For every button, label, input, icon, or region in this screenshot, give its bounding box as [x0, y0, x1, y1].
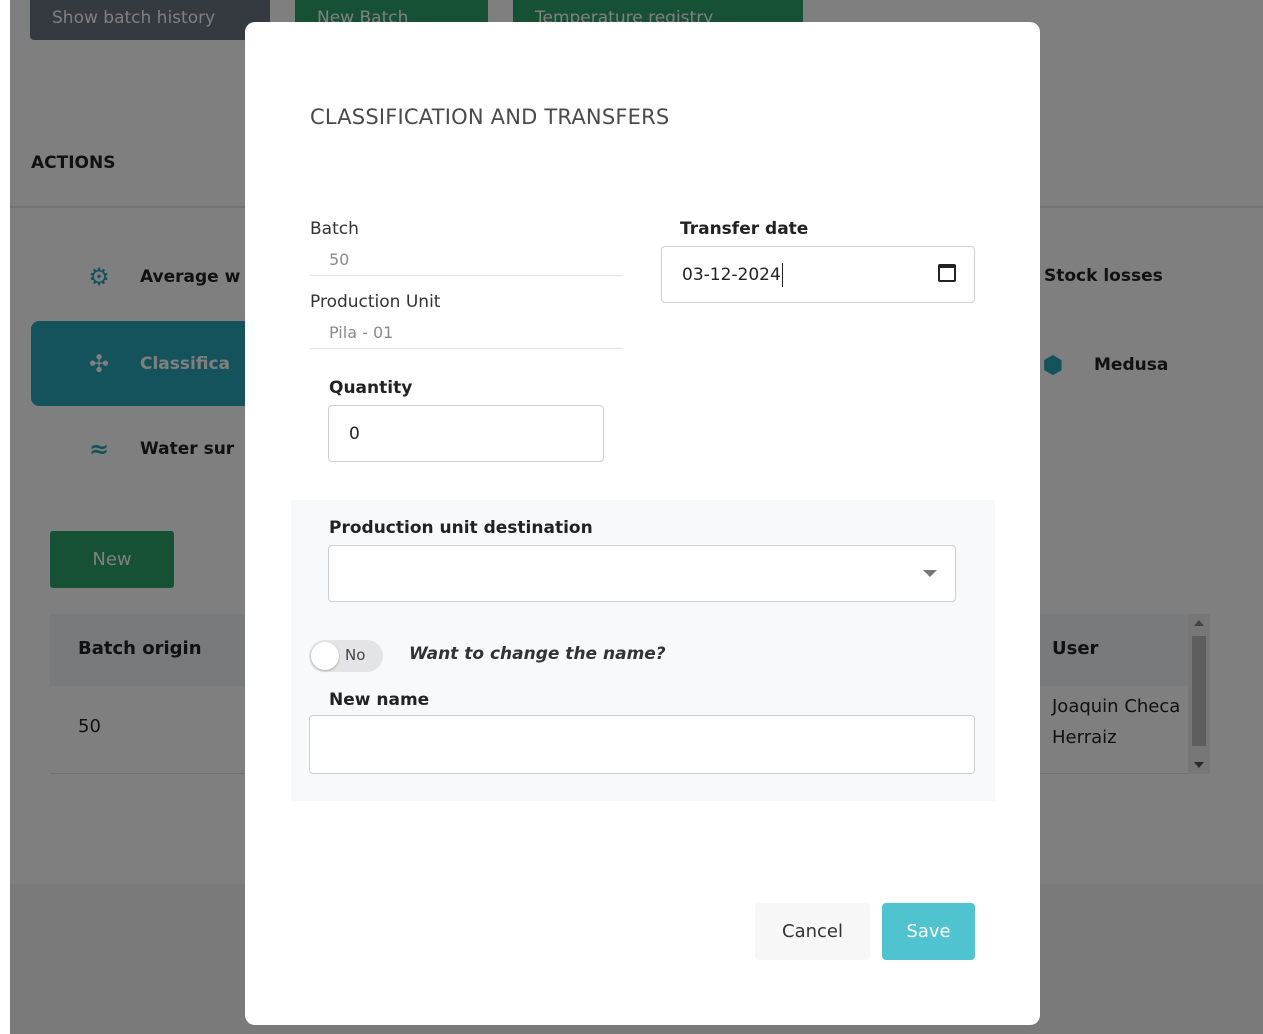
batch-value: 50: [310, 250, 623, 276]
change-name-toggle[interactable]: No: [309, 640, 383, 672]
quantity-label: Quantity: [329, 378, 413, 398]
modal-title: CLASSIFICATION AND TRANSFERS: [310, 105, 670, 129]
toggle-state: No: [345, 646, 366, 664]
change-name-question: Want to change the name?: [409, 644, 666, 664]
new-name-label: New name: [329, 690, 430, 710]
transfer-date-value: 03-12-2024: [682, 264, 781, 285]
classification-transfer-modal: CLASSIFICATION AND TRANSFERS Batch 50 Pr…: [245, 22, 1040, 1025]
production-unit-value: Pila - 01: [310, 323, 623, 349]
cancel-button[interactable]: Cancel: [755, 903, 870, 960]
save-button[interactable]: Save: [882, 903, 975, 960]
destination-select[interactable]: [328, 545, 956, 602]
production-unit-label: Production Unit: [310, 292, 441, 312]
calendar-icon[interactable]: [938, 264, 956, 282]
quantity-value: 0: [349, 423, 360, 444]
transfer-date-label: Transfer date: [680, 219, 809, 239]
toggle-knob: [311, 642, 339, 670]
batch-label: Batch: [310, 219, 359, 239]
quantity-input[interactable]: 0: [328, 405, 604, 462]
dropdown-arrow-icon: [923, 570, 937, 577]
destination-label: Production unit destination: [329, 518, 593, 538]
new-name-input[interactable]: [309, 715, 975, 774]
transfer-date-input[interactable]: 03-12-2024: [661, 246, 975, 303]
text-caret: [781, 262, 783, 287]
